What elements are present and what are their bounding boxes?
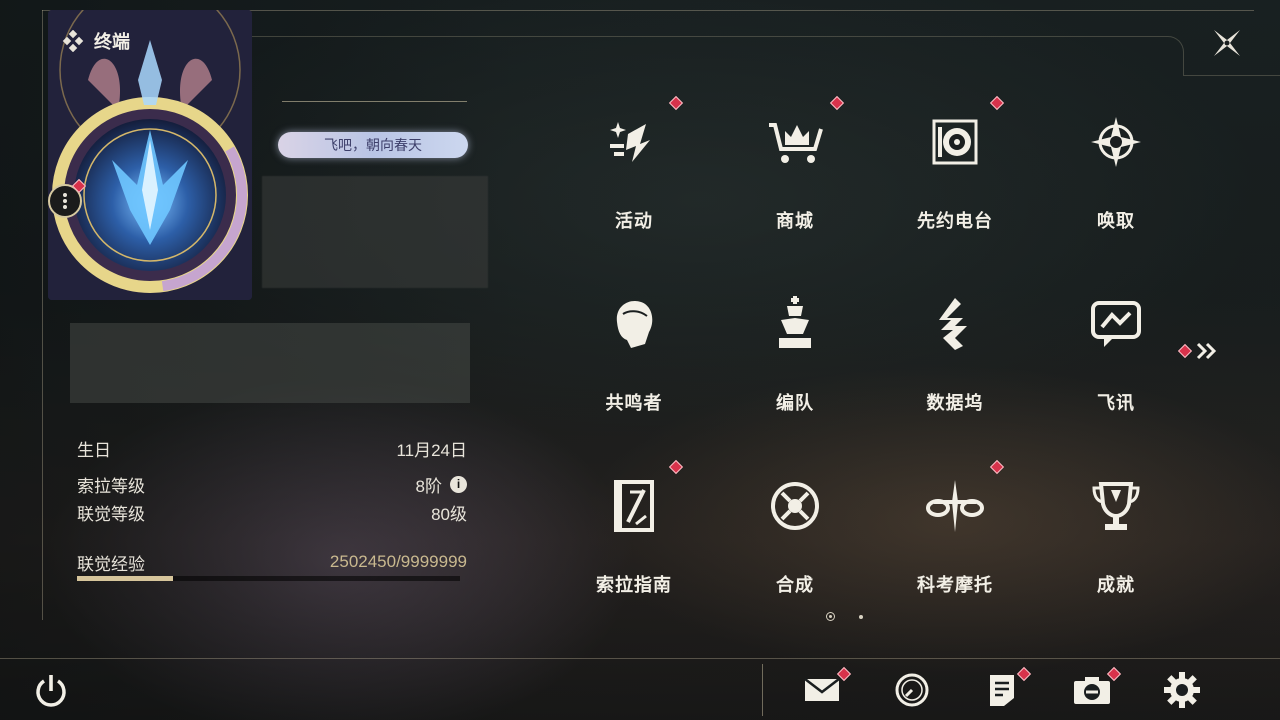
player-name-blurred bbox=[262, 176, 488, 288]
menu-item-radio[interactable]: 先约电台 bbox=[895, 98, 1015, 248]
compass-star-icon bbox=[1084, 110, 1148, 174]
power-button[interactable] bbox=[32, 672, 70, 710]
exp-value: 2502450/9999999 bbox=[329, 552, 467, 571]
player-signature-blurred[interactable] bbox=[70, 323, 470, 403]
menu-item-messages[interactable]: 飞讯 bbox=[1056, 280, 1176, 430]
title-badge-text: 飞吧，朝向春天 bbox=[324, 137, 422, 153]
more-dots-icon bbox=[63, 193, 67, 209]
menu-label: 合成 bbox=[776, 575, 814, 595]
stat-union-level: 联觉等级 80级 bbox=[77, 500, 467, 524]
resonator-head-icon bbox=[602, 292, 666, 356]
divider bbox=[282, 101, 467, 102]
pagination bbox=[826, 612, 863, 621]
menu-item-summon[interactable]: 唤取 bbox=[1056, 98, 1176, 248]
settings-gear-icon bbox=[1164, 672, 1200, 708]
notification-badge bbox=[1177, 343, 1193, 359]
chess-team-icon bbox=[763, 292, 827, 356]
activity-icon bbox=[602, 110, 666, 174]
trophy-icon bbox=[1084, 474, 1148, 538]
stat-value: 11月24日 bbox=[396, 440, 467, 460]
stat-value-wrap: 8阶 i bbox=[416, 472, 467, 497]
menu-label: 数据坞 bbox=[926, 393, 984, 413]
notice-button[interactable] bbox=[982, 670, 1022, 710]
power-icon bbox=[36, 675, 66, 707]
data-dock-icon bbox=[923, 292, 987, 356]
menu-item-resonators[interactable]: 共鸣者 bbox=[574, 280, 694, 430]
exp-label: 联觉经验 bbox=[77, 554, 145, 574]
stat-label: 索拉等级 bbox=[77, 476, 145, 496]
page-title: 终端 bbox=[62, 28, 130, 54]
message-icon bbox=[1084, 292, 1148, 356]
divider bbox=[762, 664, 763, 716]
menu-label: 科考摩托 bbox=[917, 575, 993, 595]
menu-label: 唤取 bbox=[1097, 211, 1135, 231]
clock-icon bbox=[895, 673, 929, 707]
menu-label: 索拉指南 bbox=[596, 575, 672, 595]
stat-value: 80级 bbox=[431, 504, 467, 524]
frame-line bbox=[1184, 75, 1280, 76]
motorbike-icon bbox=[923, 474, 987, 538]
mail-icon bbox=[804, 678, 840, 701]
exp-progress-fill bbox=[77, 576, 173, 581]
menu-label: 先约电台 bbox=[917, 211, 993, 231]
frame-line bbox=[250, 36, 1160, 37]
stat-union-exp: 联觉经验 2502450/9999999 bbox=[77, 550, 467, 574]
frame-corner bbox=[1160, 36, 1184, 76]
next-page-button[interactable] bbox=[1177, 338, 1222, 364]
settings-button[interactable] bbox=[1162, 670, 1202, 710]
menu-item-achievements[interactable]: 成就 bbox=[1056, 462, 1176, 612]
menu-item-data-dock[interactable]: 数据坞 bbox=[895, 280, 1015, 430]
menu-item-guide[interactable]: 索拉指南 bbox=[574, 462, 694, 612]
stat-sola-level: 索拉等级 8阶 i bbox=[77, 472, 467, 496]
exp-progress-bar bbox=[77, 576, 460, 581]
menu-item-motorbike[interactable]: 科考摩托 bbox=[895, 462, 1015, 612]
stat-birthday: 生日 11月24日 bbox=[77, 436, 467, 460]
menu-label: 飞讯 bbox=[1097, 393, 1135, 413]
menu-item-shop[interactable]: 商城 bbox=[735, 98, 855, 248]
close-button[interactable] bbox=[1208, 24, 1246, 62]
mail-button[interactable] bbox=[802, 670, 842, 710]
menu-label: 商城 bbox=[776, 211, 814, 231]
radio-icon bbox=[923, 110, 987, 174]
clock-button[interactable] bbox=[892, 670, 932, 710]
menu-item-synthesis[interactable]: 合成 bbox=[735, 462, 855, 612]
menu-label: 成就 bbox=[1097, 575, 1135, 595]
notice-icon bbox=[990, 675, 1014, 706]
terminal-title-text: 终端 bbox=[94, 32, 130, 52]
close-icon bbox=[1214, 30, 1240, 56]
camera-button[interactable] bbox=[1072, 670, 1112, 710]
page-dot-active[interactable] bbox=[826, 612, 835, 621]
stat-value: 8阶 bbox=[415, 476, 442, 496]
menu-label: 共鸣者 bbox=[605, 393, 663, 413]
guide-book-icon bbox=[602, 474, 666, 538]
stat-label: 生日 bbox=[77, 440, 111, 460]
frame-line bbox=[42, 10, 43, 620]
menu-item-activity[interactable]: 活动 bbox=[574, 98, 694, 248]
stat-label: 联觉等级 bbox=[77, 504, 145, 524]
synthesis-icon bbox=[763, 474, 827, 538]
info-icon[interactable]: i bbox=[450, 475, 467, 493]
diamond-cluster-icon bbox=[62, 30, 84, 52]
frame-line bbox=[0, 658, 1280, 659]
menu-item-team[interactable]: 编队 bbox=[735, 280, 855, 430]
camera-icon bbox=[1074, 677, 1110, 704]
shop-cart-icon bbox=[763, 110, 827, 174]
double-chevron-right-icon bbox=[1196, 342, 1217, 360]
title-badge[interactable]: 飞吧，朝向春天 bbox=[278, 132, 468, 158]
page-dot[interactable] bbox=[859, 614, 863, 619]
menu-label: 活动 bbox=[615, 211, 653, 231]
menu-label: 编队 bbox=[776, 393, 814, 413]
